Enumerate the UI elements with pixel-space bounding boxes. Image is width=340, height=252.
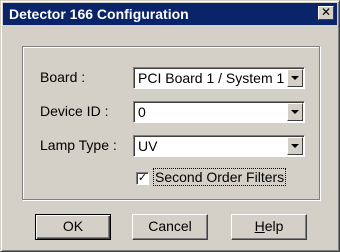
check-mark-icon: ✓ <box>137 172 148 184</box>
board-dropdown-arrow-icon[interactable] <box>287 69 303 87</box>
lamp-type-value: UV <box>138 138 158 154</box>
board-value: PCI Board 1 / System 1 <box>138 70 285 86</box>
device-id-value: 0 <box>138 104 146 120</box>
lamp-type-dropdown-arrow-icon[interactable] <box>287 137 303 155</box>
title-bar[interactable]: Detector 166 Configuration ✕ <box>3 3 337 25</box>
configuration-dialog: Detector 166 Configuration ✕ Board : PCI… <box>0 0 340 252</box>
close-icon: ✕ <box>320 5 332 19</box>
board-select[interactable]: PCI Board 1 / System 1 <box>133 67 305 89</box>
second-order-filters-label[interactable]: Second Order Filters <box>152 168 287 186</box>
second-order-filters-checkbox[interactable]: ✓ <box>136 172 149 185</box>
help-button[interactable]: Help <box>231 214 307 240</box>
device-id-select[interactable]: 0 <box>133 101 305 123</box>
lamp-type-select[interactable]: UV <box>133 135 305 157</box>
cancel-button[interactable]: Cancel <box>132 214 208 240</box>
window-title: Detector 166 Configuration <box>9 6 189 22</box>
device-id-label: Device ID : <box>40 103 109 119</box>
ok-button[interactable]: OK <box>35 214 111 240</box>
device-id-dropdown-arrow-icon[interactable] <box>287 103 303 121</box>
board-label: Board : <box>40 69 86 85</box>
close-button[interactable]: ✕ <box>318 6 334 20</box>
lamp-type-label: Lamp Type : <box>40 137 117 153</box>
